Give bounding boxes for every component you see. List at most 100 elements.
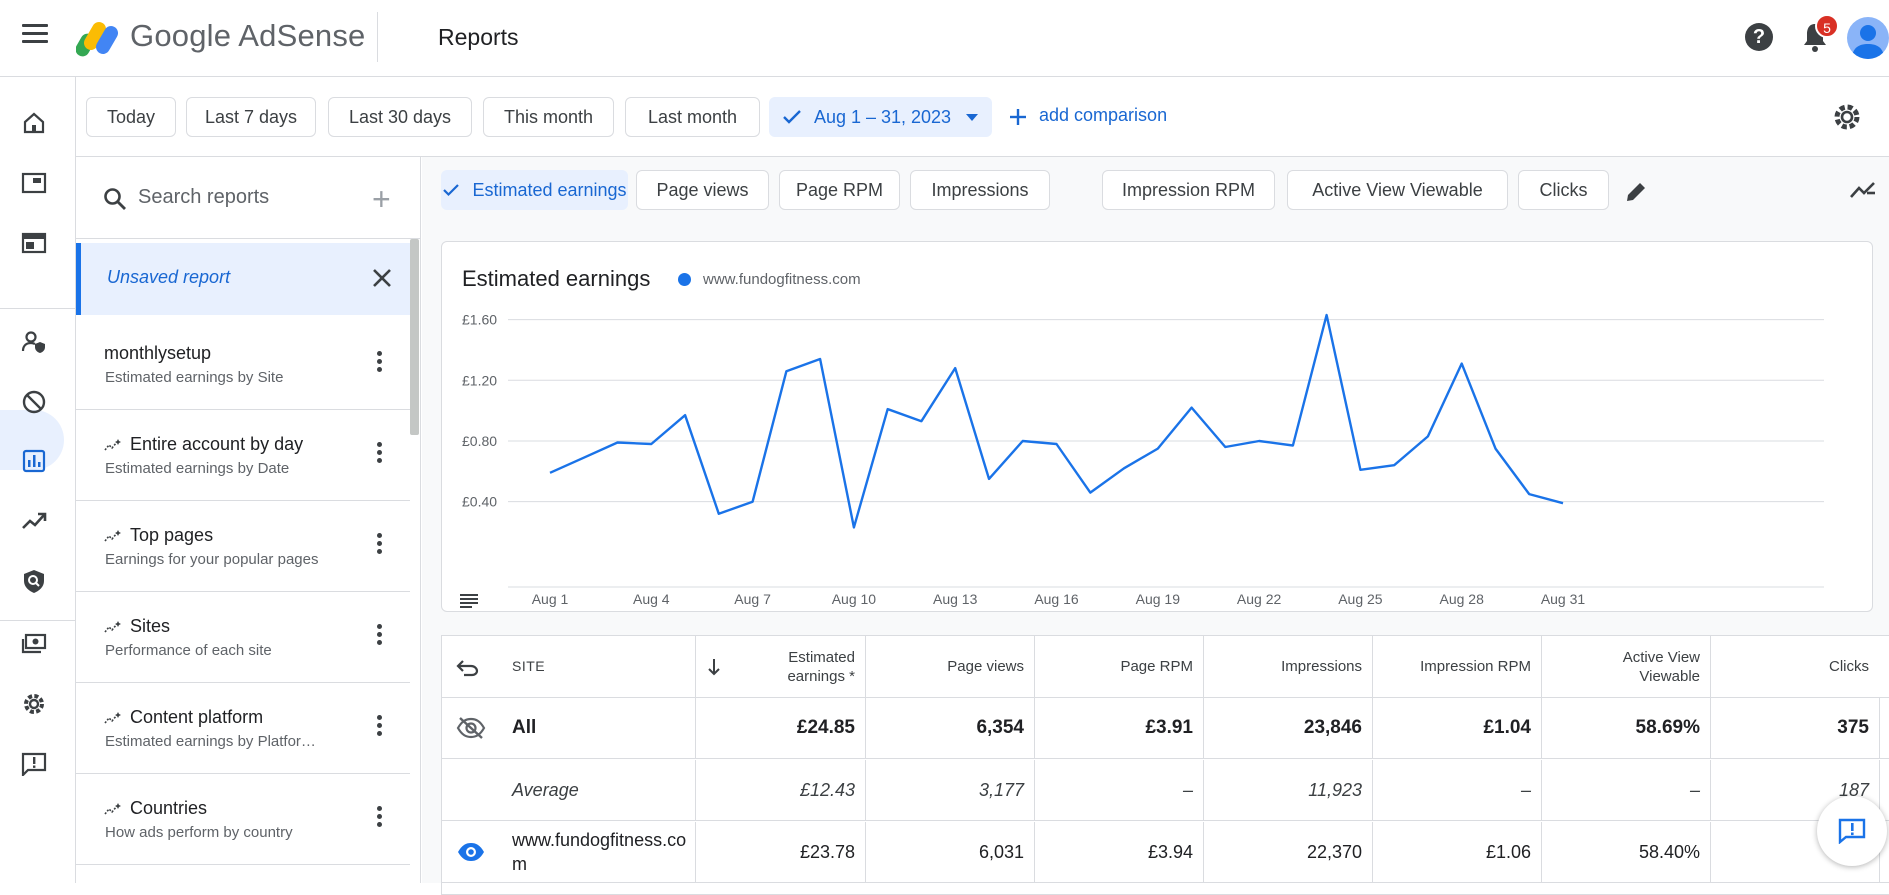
series-line-fundogfitness[interactable] bbox=[549, 313, 1564, 529]
more-vert-icon[interactable] bbox=[377, 351, 383, 375]
account-avatar[interactable] bbox=[1847, 17, 1889, 59]
table-row-all[interactable]: All £24.85 6,354 £3.91 23,846 £1.04 58.69% 375 bbox=[442, 698, 1889, 759]
main-menu-icon[interactable] bbox=[22, 24, 48, 50]
saved-report-item[interactable]: Top pages Earnings for your popular pages bbox=[76, 501, 410, 592]
ads-icon[interactable] bbox=[17, 166, 51, 200]
date-chip-today[interactable]: Today bbox=[86, 97, 176, 137]
metric-chip-page-views[interactable]: Page views bbox=[636, 170, 769, 210]
table-row-site[interactable]: www.fundogfitness.com £23.78 6,031 £3.94 22,… bbox=[442, 822, 1889, 883]
add-icon[interactable] bbox=[1008, 107, 1028, 127]
header-site[interactable]: SITE bbox=[512, 636, 682, 697]
data-point[interactable] bbox=[883, 404, 893, 414]
header-impressions[interactable]: Impressions bbox=[1203, 636, 1372, 697]
blocking-controls-icon[interactable] bbox=[17, 385, 51, 419]
add-comparison-link[interactable]: add comparison bbox=[1039, 105, 1167, 126]
data-point[interactable] bbox=[984, 474, 994, 484]
date-chip-last-7-days[interactable]: Last 7 days bbox=[186, 97, 316, 137]
data-point[interactable] bbox=[1288, 441, 1298, 451]
feedback-icon[interactable] bbox=[17, 747, 51, 781]
visibility-icon[interactable] bbox=[456, 822, 486, 882]
data-point[interactable] bbox=[815, 354, 825, 364]
report-settings-gear-icon[interactable] bbox=[1831, 101, 1863, 133]
data-point[interactable] bbox=[1558, 498, 1568, 508]
data-point[interactable] bbox=[1355, 465, 1365, 475]
data-point[interactable] bbox=[1085, 488, 1095, 498]
header-page-views[interactable]: Page views bbox=[865, 636, 1034, 697]
new-report-plus-icon[interactable]: + bbox=[372, 181, 391, 218]
saved-report-item[interactable]: Sites Performance of each site bbox=[76, 592, 410, 683]
data-point[interactable] bbox=[545, 468, 555, 478]
home-icon[interactable] bbox=[17, 106, 51, 140]
reports-icon[interactable] bbox=[17, 444, 51, 478]
data-point[interactable] bbox=[1490, 444, 1500, 454]
data-point[interactable] bbox=[1187, 403, 1197, 413]
saved-report-item[interactable]: Content platform Estimated earnings by Pl… bbox=[76, 683, 410, 774]
search-reports-bar[interactable]: Search reports + bbox=[76, 157, 420, 239]
close-icon[interactable] bbox=[371, 267, 393, 289]
data-point[interactable] bbox=[579, 453, 589, 463]
table-row-average[interactable]: Average £12.43 3,177–11,923– –187 bbox=[442, 760, 1889, 821]
header-active-view-viewable[interactable]: Active View Viewable bbox=[1541, 636, 1710, 697]
date-chip-last-30-days[interactable]: Last 30 days bbox=[328, 97, 472, 137]
data-point[interactable] bbox=[1153, 444, 1163, 454]
data-point[interactable] bbox=[1457, 359, 1467, 369]
policy-center-icon[interactable] bbox=[17, 564, 51, 598]
data-point[interactable] bbox=[613, 437, 623, 447]
sites-icon[interactable] bbox=[17, 226, 51, 260]
search-reports-input[interactable]: Search reports bbox=[138, 186, 269, 209]
data-point[interactable] bbox=[849, 522, 859, 532]
data-point[interactable] bbox=[1423, 431, 1433, 441]
more-vert-icon[interactable] bbox=[377, 533, 383, 557]
data-point[interactable] bbox=[1220, 442, 1230, 452]
data-point[interactable] bbox=[646, 439, 656, 449]
data-point[interactable] bbox=[916, 416, 926, 426]
data-point[interactable] bbox=[1322, 310, 1332, 320]
data-point[interactable] bbox=[781, 366, 791, 376]
visibility-off-icon[interactable] bbox=[456, 698, 486, 758]
data-point[interactable] bbox=[748, 497, 758, 507]
chart-type-trending-icon[interactable] bbox=[1849, 179, 1877, 201]
data-point[interactable] bbox=[714, 509, 724, 519]
sort-descending-icon[interactable] bbox=[707, 636, 737, 697]
metric-chip-clicks[interactable]: Clicks bbox=[1518, 170, 1609, 210]
date-chip-this-month[interactable]: This month bbox=[483, 97, 614, 137]
saved-report-item[interactable]: Countries How ads perform by country bbox=[76, 774, 410, 865]
data-point[interactable] bbox=[1119, 463, 1129, 473]
settings-gear-icon[interactable] bbox=[17, 687, 51, 721]
more-vert-icon[interactable] bbox=[377, 624, 383, 648]
data-point[interactable] bbox=[1052, 439, 1062, 449]
header-page-rpm[interactable]: Page RPM bbox=[1034, 636, 1203, 697]
data-point[interactable] bbox=[1524, 489, 1534, 499]
unsaved-report-item[interactable]: Unsaved report bbox=[76, 243, 410, 315]
privacy-messaging-icon[interactable] bbox=[17, 325, 51, 359]
header-impression-rpm[interactable]: Impression RPM bbox=[1372, 636, 1541, 697]
data-point[interactable] bbox=[1389, 460, 1399, 470]
metric-chip-page-rpm[interactable]: Page RPM bbox=[779, 170, 900, 210]
data-point[interactable] bbox=[680, 410, 690, 420]
metric-chip-impression-rpm[interactable]: Impression RPM bbox=[1102, 170, 1275, 210]
saved-report-item[interactable]: Entire account by day Estimated earnings … bbox=[76, 410, 410, 501]
metric-chip-active-view-viewable[interactable]: Active View Viewable bbox=[1287, 170, 1508, 210]
data-point[interactable] bbox=[1018, 436, 1028, 446]
optimization-trending-icon[interactable] bbox=[17, 504, 51, 538]
saved-report-item[interactable]: monthlysetup Estimated earnings by Site bbox=[76, 319, 410, 410]
report-list-scrollbar[interactable] bbox=[410, 239, 419, 435]
date-range-dropdown[interactable]: Aug 1 – 31, 2023 bbox=[769, 97, 992, 137]
undo-icon[interactable] bbox=[456, 636, 486, 697]
header-estimated-earnings[interactable]: Estimated earnings * bbox=[742, 636, 865, 697]
data-point[interactable] bbox=[950, 363, 960, 373]
saved-report-title-text: Sites bbox=[130, 616, 171, 636]
more-vert-icon[interactable] bbox=[377, 806, 383, 830]
payments-icon[interactable] bbox=[17, 627, 51, 661]
header-clicks[interactable]: Clicks bbox=[1710, 636, 1879, 697]
metric-chip-impressions[interactable]: Impressions bbox=[910, 170, 1050, 210]
feedback-fab-button[interactable] bbox=[1817, 796, 1887, 866]
data-point[interactable] bbox=[1254, 436, 1264, 446]
more-vert-icon[interactable] bbox=[377, 715, 383, 739]
metric-chip-estimated-earnings[interactable]: Estimated earnings bbox=[441, 170, 628, 210]
chart-data-table-toggle-icon[interactable] bbox=[460, 594, 478, 608]
date-chip-last-month[interactable]: Last month bbox=[625, 97, 760, 137]
edit-metrics-pencil-icon[interactable] bbox=[1623, 179, 1649, 205]
more-vert-icon[interactable] bbox=[377, 442, 383, 466]
help-icon[interactable]: ? bbox=[1745, 23, 1773, 51]
